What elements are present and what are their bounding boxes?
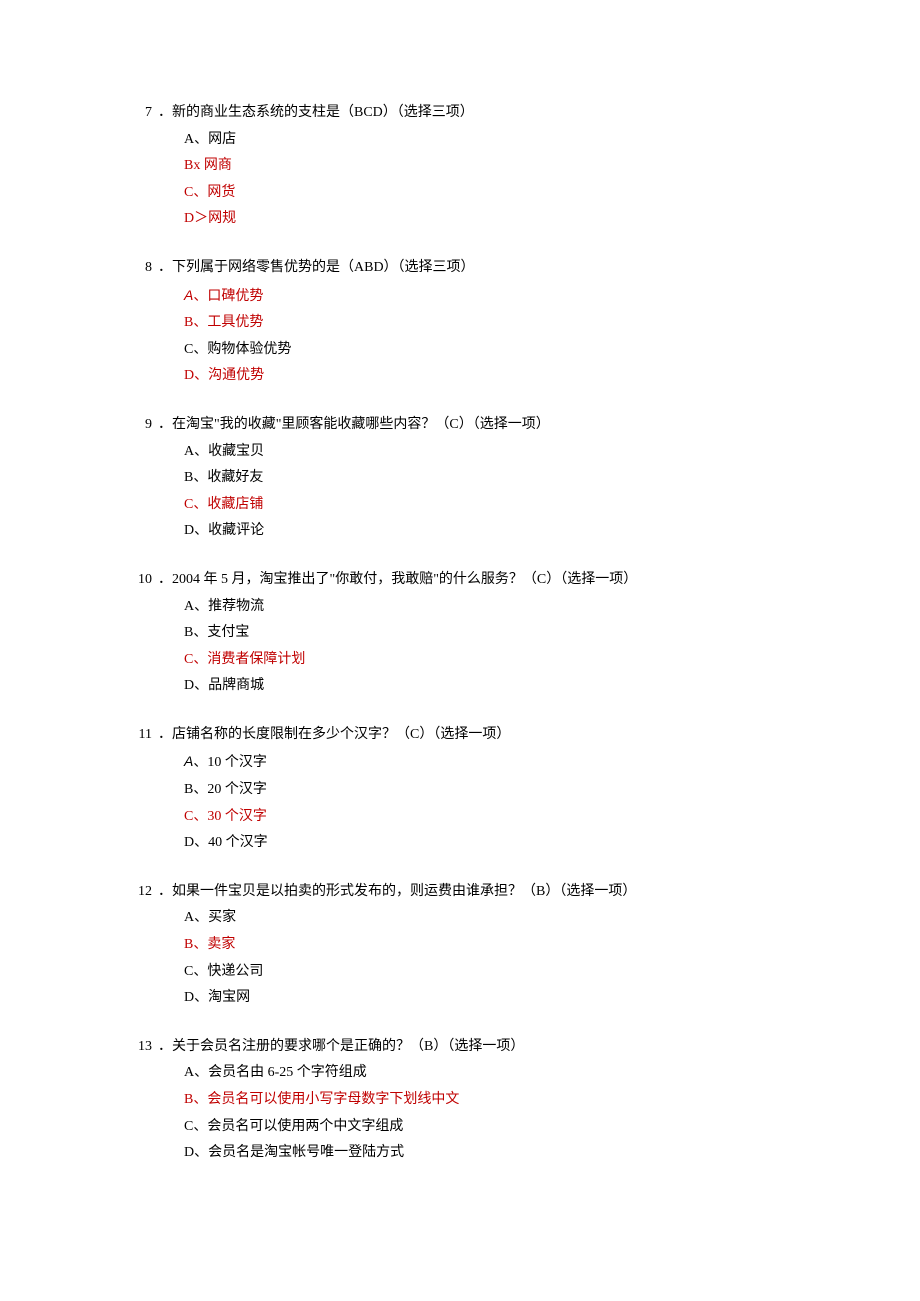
option: B、收藏好友 — [184, 465, 790, 492]
option: A、收藏宝贝 — [184, 439, 790, 466]
option-text: 、口碑优势 — [193, 289, 263, 304]
question-line: 13．关于会员名注册的要求哪个是正确的？（B）（选择一项） — [130, 1034, 790, 1061]
question-number: 12 — [130, 879, 158, 906]
option-prefix: A — [184, 287, 193, 303]
option-correct: A、口碑优势 — [184, 282, 790, 311]
option-correct: D＞网规 — [184, 206, 790, 233]
question-block: 12．如果一件宝贝是以拍卖的形式发布的，则运费由谁承担？（B）（选择一项）A、买… — [130, 879, 790, 1012]
question-stem: ．在淘宝"我的收藏"里顾客能收藏哪些内容？（C）（选择一项） — [158, 412, 790, 439]
options-list: A、收藏宝贝B、收藏好友C、收藏店铺D、收藏评论 — [130, 439, 790, 545]
options-list: A、买家B、卖家C、快递公司D、淘宝网 — [130, 905, 790, 1011]
option-correct: Bx 网商 — [184, 153, 790, 180]
option: B、支付宝 — [184, 620, 790, 647]
option: D、品牌商城 — [184, 673, 790, 700]
option-text: 、10 个汉字 — [193, 755, 267, 770]
question-stem: ．2004 年 5 月，淘宝推出了"你敢付，我敢赔"的什么服务？（C）（选择一项… — [158, 567, 790, 594]
option: A、买家 — [184, 905, 790, 932]
question-number: 7 — [130, 100, 158, 127]
question-line: 12．如果一件宝贝是以拍卖的形式发布的，则运费由谁承担？（B）（选择一项） — [130, 879, 790, 906]
option-correct: C、收藏店铺 — [184, 492, 790, 519]
question-block: 13．关于会员名注册的要求哪个是正确的？（B）（选择一项）A、会员名由 6-25… — [130, 1034, 790, 1167]
question-number: 8 — [130, 255, 158, 282]
question-line: 7．新的商业生态系统的支柱是（BCD）（选择三项） — [130, 100, 790, 127]
option-correct: C、网货 — [184, 180, 790, 207]
option: D、淘宝网 — [184, 985, 790, 1012]
option-correct: C、30 个汉字 — [184, 804, 790, 831]
option: C、会员名可以使用两个中文字组成 — [184, 1114, 790, 1141]
question-stem: ．新的商业生态系统的支柱是（BCD）（选择三项） — [158, 100, 790, 127]
options-list: A、网店Bx 网商C、网货D＞网规 — [130, 127, 790, 233]
option-prefix: A — [184, 753, 193, 769]
option: C、快递公司 — [184, 959, 790, 986]
question-number: 11 — [130, 722, 158, 749]
option: C、购物体验优势 — [184, 337, 790, 364]
options-list: A、会员名由 6-25 个字符组成B、会员名可以使用小写字母数字下划线中文C、会… — [130, 1060, 790, 1166]
question-line: 8．下列属于网络零售优势的是（ABD）（选择三项） — [130, 255, 790, 282]
option: A、会员名由 6-25 个字符组成 — [184, 1060, 790, 1087]
option-correct: B、工具优势 — [184, 310, 790, 337]
document-body: 7．新的商业生态系统的支柱是（BCD）（选择三项）A、网店Bx 网商C、网货D＞… — [130, 100, 790, 1167]
question-number: 13 — [130, 1034, 158, 1061]
option: D、收藏评论 — [184, 518, 790, 545]
option-correct: B、卖家 — [184, 932, 790, 959]
question-block: 11．店铺名称的长度限制在多少个汉字？（C）（选择一项）A、10 个汉字B、20… — [130, 722, 790, 857]
question-line: 9．在淘宝"我的收藏"里顾客能收藏哪些内容？（C）（选择一项） — [130, 412, 790, 439]
option: A、网店 — [184, 127, 790, 154]
question-stem: ．如果一件宝贝是以拍卖的形式发布的，则运费由谁承担？（B）（选择一项） — [158, 879, 790, 906]
option-correct: B、会员名可以使用小写字母数字下划线中文 — [184, 1087, 790, 1114]
question-block: 7．新的商业生态系统的支柱是（BCD）（选择三项）A、网店Bx 网商C、网货D＞… — [130, 100, 790, 233]
option: A、推荐物流 — [184, 594, 790, 621]
option: D、40 个汉字 — [184, 830, 790, 857]
options-list: A、推荐物流B、支付宝C、消费者保障计划D、品牌商城 — [130, 594, 790, 700]
question-block: 8．下列属于网络零售优势的是（ABD）（选择三项）A、口碑优势B、工具优势C、购… — [130, 255, 790, 390]
options-list: A、10 个汉字B、20 个汉字C、30 个汉字D、40 个汉字 — [130, 748, 790, 856]
question-number: 9 — [130, 412, 158, 439]
option-correct: D、沟通优势 — [184, 363, 790, 390]
question-stem: ．下列属于网络零售优势的是（ABD）（选择三项） — [158, 255, 790, 282]
option: A、10 个汉字 — [184, 748, 790, 777]
option: B、20 个汉字 — [184, 777, 790, 804]
question-block: 9．在淘宝"我的收藏"里顾客能收藏哪些内容？（C）（选择一项）A、收藏宝贝B、收… — [130, 412, 790, 545]
question-number: 10 — [130, 567, 158, 594]
question-line: 11．店铺名称的长度限制在多少个汉字？（C）（选择一项） — [130, 722, 790, 749]
option: D、会员名是淘宝帐号唯一登陆方式 — [184, 1140, 790, 1167]
question-block: 10．2004 年 5 月，淘宝推出了"你敢付，我敢赔"的什么服务？（C）（选择… — [130, 567, 790, 700]
option-correct: C、消费者保障计划 — [184, 647, 790, 674]
question-stem: ．关于会员名注册的要求哪个是正确的？（B）（选择一项） — [158, 1034, 790, 1061]
question-stem: ．店铺名称的长度限制在多少个汉字？（C）（选择一项） — [158, 722, 790, 749]
question-line: 10．2004 年 5 月，淘宝推出了"你敢付，我敢赔"的什么服务？（C）（选择… — [130, 567, 790, 594]
options-list: A、口碑优势B、工具优势C、购物体验优势D、沟通优势 — [130, 282, 790, 390]
